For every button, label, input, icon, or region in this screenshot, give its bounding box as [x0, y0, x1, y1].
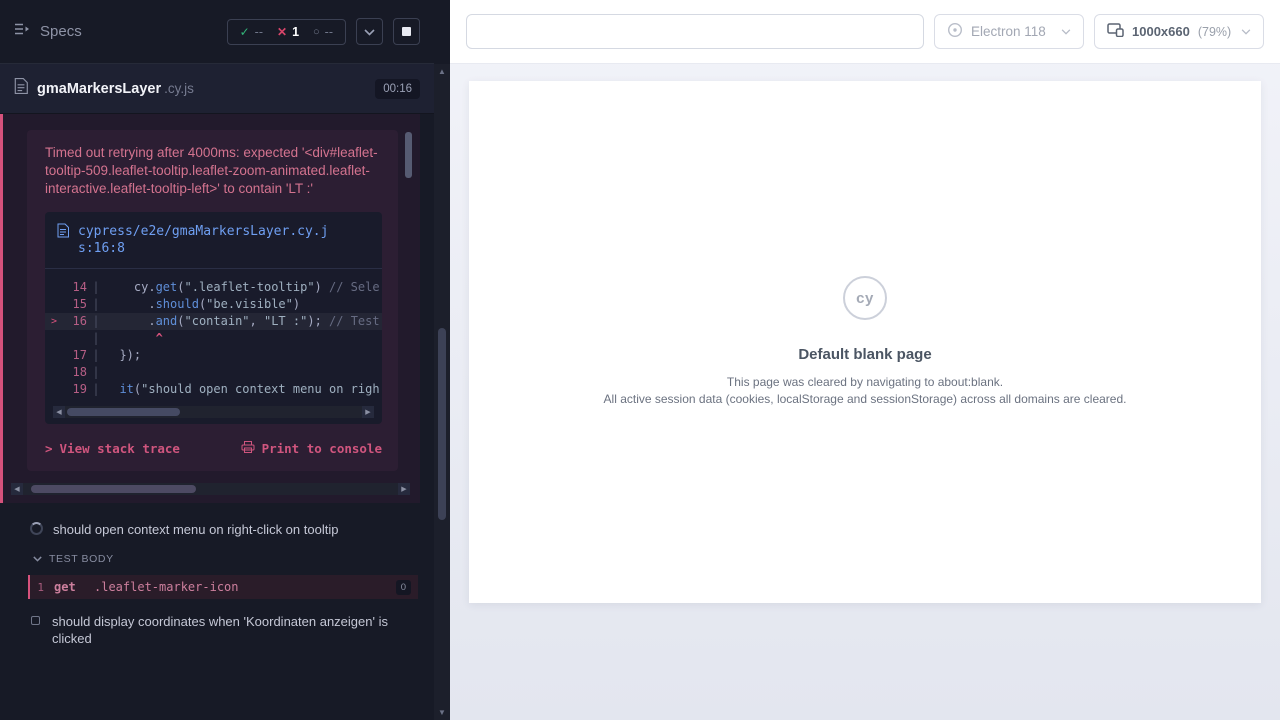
app-root: Specs ✓ -- ✕ 1 ○ -- — [0, 0, 1280, 720]
chevron-down-icon — [33, 553, 42, 565]
test-title: should open context menu on right-click … — [53, 521, 338, 538]
print-to-console-button[interactable]: Print to console — [241, 440, 382, 457]
viewport-size: 1000x660 — [1132, 24, 1190, 39]
caret-right-icon: > — [45, 441, 53, 456]
code-line: 14| cy.get(".leaflet-tooltip") // Sele — [45, 279, 382, 296]
spec-header[interactable]: gmaMarkersLayer .cy.js 00:16 — [0, 64, 434, 114]
code-line: 15| .should("be.visible") — [45, 296, 382, 313]
spec-extension: .cy.js — [164, 81, 194, 96]
stat-passed: ✓ -- — [240, 25, 263, 39]
error-vertical-scrollbar-thumb[interactable] — [405, 132, 412, 178]
command-count-badge: 0 — [396, 580, 411, 595]
stat-pending: ○ -- — [313, 25, 333, 39]
chevron-down-icon — [1061, 29, 1071, 35]
url-input[interactable] — [466, 14, 924, 49]
pending-square-icon — [31, 616, 40, 625]
spinner-icon — [30, 522, 43, 535]
test-body-toggle[interactable]: TEST BODY — [0, 546, 434, 572]
error-horizontal-scrollbar[interactable]: ◀ ▶ — [11, 483, 410, 495]
spec-file-icon — [14, 78, 28, 99]
code-frame: cypress/e2e/gmaMarkersLayer.cy.js:16:8 1… — [45, 212, 382, 424]
chevron-down-icon — [1241, 29, 1251, 35]
code-frame-body: 14| cy.get(".leaflet-tooltip") // Sele 1… — [45, 269, 382, 402]
main-area: Electron 118 1000x660 (79%) cy Default b… — [450, 0, 1280, 720]
code-horizontal-scrollbar[interactable]: ◀ ▶ — [53, 406, 374, 418]
scroll-right-icon[interactable]: ▶ — [362, 406, 374, 418]
specs-list-icon — [14, 22, 30, 41]
check-icon: ✓ — [240, 25, 250, 39]
blank-page-title: Default blank page — [798, 346, 931, 363]
code-line: 19| it("should open context menu on righ — [45, 381, 382, 398]
printer-icon — [241, 440, 255, 457]
reporter-toolbar: Specs ✓ -- ✕ 1 ○ -- — [0, 0, 434, 64]
scroll-left-icon[interactable]: ◀ — [11, 483, 23, 495]
stat-failed: ✕ 1 — [277, 25, 299, 39]
browser-label: Electron 118 — [971, 24, 1046, 39]
spec-duration-badge: 00:16 — [375, 79, 420, 99]
view-stack-trace-link[interactable]: > View stack trace — [45, 440, 180, 457]
error-message: Timed out retrying after 4000ms: expecte… — [45, 144, 382, 198]
command-message: .leaflet-marker-icon — [94, 580, 239, 594]
viewport-icon — [1107, 23, 1124, 40]
browser-select-button[interactable]: Electron 118 — [934, 14, 1084, 49]
viewport-scale: (79%) — [1198, 25, 1231, 39]
scroll-up-icon[interactable]: ▲ — [434, 67, 450, 76]
test-stats: ✓ -- ✕ 1 ○ -- — [227, 19, 346, 45]
code-line: 17| }); — [45, 347, 382, 364]
code-line: 18| — [45, 364, 382, 381]
test-list: should open context menu on right-click … — [0, 503, 434, 655]
pending-circle-icon: ○ — [313, 26, 320, 38]
test-row-running[interactable]: should open context menu on right-click … — [0, 513, 434, 546]
scroll-down-icon[interactable]: ▼ — [434, 708, 450, 717]
code-frame-file-link[interactable]: cypress/e2e/gmaMarkersLayer.cy.js:16:8 — [45, 212, 382, 269]
electron-icon — [947, 22, 963, 41]
aut-iframe: cy Default blank page This page was clea… — [469, 81, 1261, 603]
collapse-preferences-button[interactable] — [356, 18, 383, 45]
cypress-logo: cy — [843, 276, 887, 320]
blank-page-subtitle-1: This page was cleared by navigating to a… — [727, 374, 1003, 391]
stop-icon — [402, 27, 411, 36]
blank-page-subtitle-2: All active session data (cookies, localS… — [604, 391, 1127, 408]
chevron-down-icon — [364, 23, 375, 41]
specs-label: Specs — [40, 23, 82, 40]
spec-name: gmaMarkersLayer — [37, 81, 161, 97]
test-row-pending[interactable]: should display coordinates when 'Koordin… — [0, 605, 434, 655]
command-method: get — [54, 580, 94, 594]
reporter-scrollbar[interactable]: ▲ ▼ — [434, 64, 450, 720]
test-title: should display coordinates when 'Koordin… — [52, 613, 397, 647]
specs-list-toggle[interactable]: Specs — [14, 22, 82, 41]
error-actions: > View stack trace Print to console — [45, 440, 382, 457]
code-line: >16| .and("contain", "LT :"); // Test — [45, 313, 382, 330]
fail-x-icon: ✕ — [277, 25, 287, 39]
scroll-left-icon[interactable]: ◀ — [53, 406, 65, 418]
scroll-right-icon[interactable]: ▶ — [398, 483, 410, 495]
command-log-entry[interactable]: 1 get .leaflet-marker-icon 0 — [28, 575, 418, 599]
failed-test-attempt: Timed out retrying after 4000ms: expecte… — [0, 114, 420, 503]
viewport-info-button[interactable]: 1000x660 (79%) — [1094, 14, 1264, 49]
reporter-scrollbar-thumb[interactable] — [438, 328, 446, 520]
file-icon — [57, 223, 69, 257]
code-line: | ^ — [45, 330, 382, 347]
aut-container: cy Default blank page This page was clea… — [450, 64, 1280, 720]
error-panel: Timed out retrying after 4000ms: expecte… — [27, 130, 398, 471]
command-number: 1 — [30, 581, 54, 594]
stop-tests-button[interactable] — [393, 18, 420, 45]
reporter-sidebar: Specs ✓ -- ✕ 1 ○ -- — [0, 0, 450, 720]
aut-header: Electron 118 1000x660 (79%) — [450, 0, 1280, 64]
